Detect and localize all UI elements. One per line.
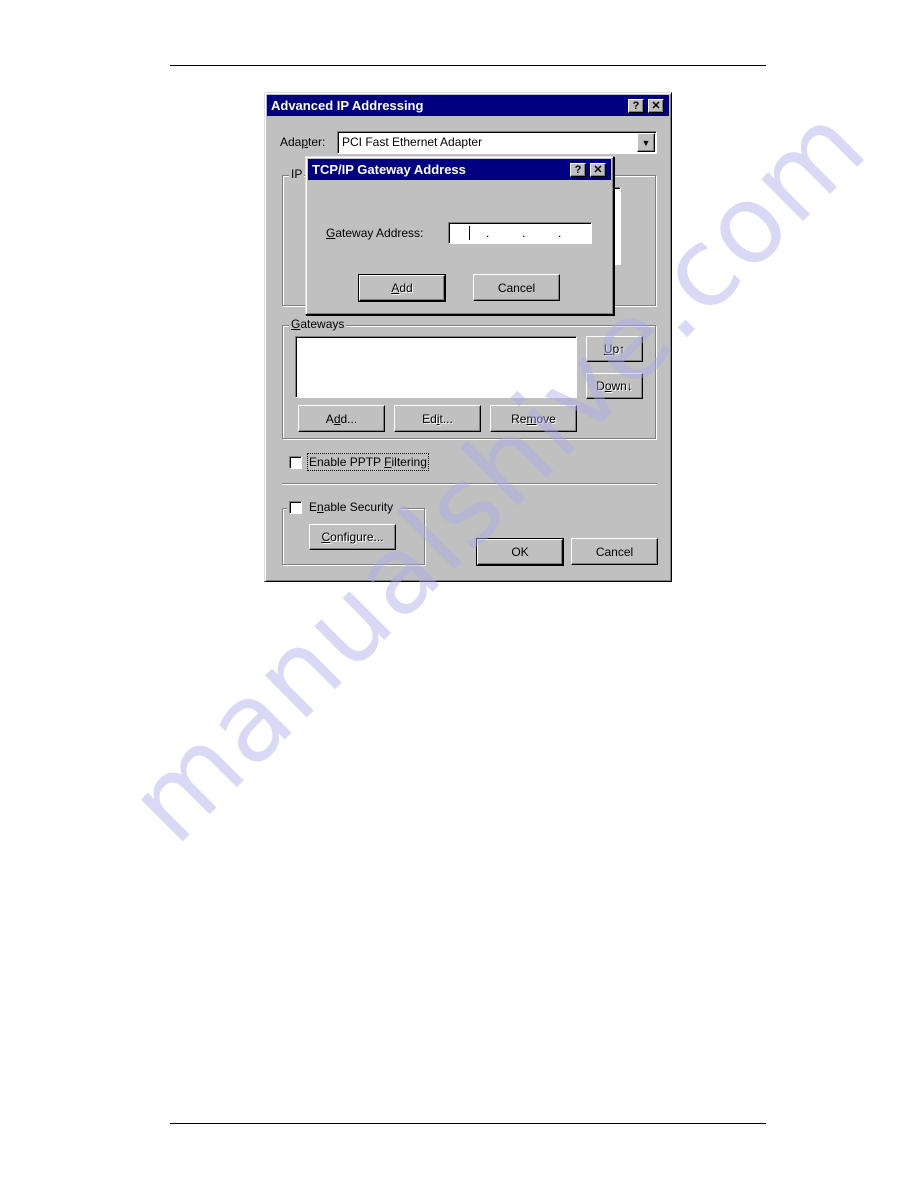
- pptp-filtering-label[interactable]: Enable PPTP Filtering: [307, 453, 429, 471]
- gateway-dialog-title-bar: TCP/IP Gateway Address: [308, 159, 611, 180]
- octet-4[interactable]: [563, 226, 589, 240]
- close-button[interactable]: ✕: [648, 99, 664, 113]
- adapter-select[interactable]: PCI Fast Ethernet Adapter ▼: [337, 131, 657, 154]
- gateway-cancel-button[interactable]: Cancel: [473, 274, 560, 301]
- gateway-close-button[interactable]: ✕: [590, 163, 606, 177]
- octet-separator: .: [522, 226, 526, 240]
- help-icon: ?: [574, 164, 582, 176]
- adapter-label: Adapter:: [280, 135, 326, 149]
- text-caret: [469, 226, 470, 240]
- ip-group-label: IP: [289, 167, 305, 181]
- adapter-value: PCI Fast Ethernet Adapter: [342, 135, 483, 149]
- gateway-address-input[interactable]: . . .: [448, 222, 592, 244]
- gateway-remove-button[interactable]: Re m ove: [490, 405, 577, 432]
- separator: [282, 483, 657, 485]
- octet-separator: .: [486, 226, 490, 240]
- help-icon: ?: [632, 100, 640, 112]
- octet-1[interactable]: [453, 226, 481, 240]
- adapter-dropdown-button[interactable]: ▼: [637, 133, 655, 152]
- header-rule: [170, 65, 766, 66]
- dialog-title: Advanced IP Addressing: [271, 98, 424, 113]
- gateway-down-button[interactable]: Do wn↓: [586, 373, 643, 399]
- gateways-list[interactable]: [295, 336, 577, 398]
- help-button[interactable]: ?: [628, 99, 644, 113]
- gateway-address-label: Gateway Address:: [326, 226, 424, 240]
- gateway-help-button[interactable]: ?: [570, 163, 586, 177]
- close-icon: ✕: [651, 100, 661, 112]
- enable-security-checkbox[interactable]: [289, 501, 302, 514]
- octet-separator: .: [558, 226, 562, 240]
- gateways-group-label: Gateways: [289, 317, 347, 331]
- gateway-add-button[interactable]: Ad d...: [298, 405, 385, 432]
- octet-2[interactable]: [491, 226, 519, 240]
- octet-3[interactable]: [527, 226, 555, 240]
- gateway-dialog-title: TCP/IP Gateway Address: [312, 162, 466, 177]
- footer-rule: [170, 1123, 766, 1124]
- pptp-filtering-checkbox[interactable]: [289, 456, 302, 469]
- configure-button[interactable]: Configure...: [309, 524, 396, 550]
- close-icon: ✕: [593, 164, 603, 176]
- title-bar: Advanced IP Addressing: [267, 95, 669, 116]
- gateway-up-button[interactable]: Up↑: [586, 336, 643, 362]
- gateway-edit-button[interactable]: Ed i t...: [394, 405, 481, 432]
- gateway-add-confirm-button[interactable]: Add: [358, 274, 446, 302]
- cancel-button[interactable]: Cancel: [571, 538, 658, 565]
- ok-button[interactable]: OK: [476, 538, 564, 566]
- enable-security-label[interactable]: Enable Security: [309, 500, 393, 514]
- chevron-down-icon: ▼: [641, 137, 651, 148]
- tcpip-gateway-address-dialog: TCP/IP Gateway Address ? ✕ Gateway Addre…: [305, 156, 614, 315]
